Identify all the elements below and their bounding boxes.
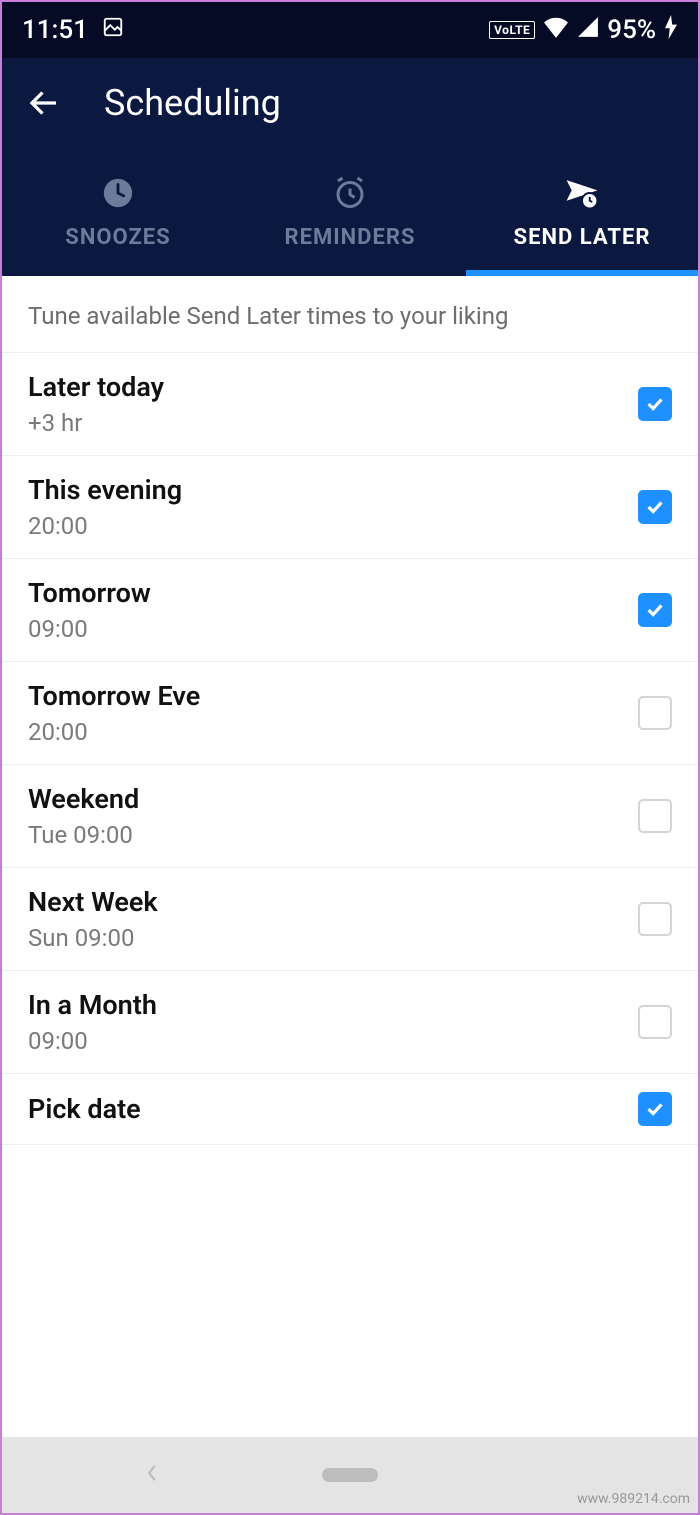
- option-later-today[interactable]: Later today +3 hr: [2, 353, 698, 456]
- option-title: Weekend: [28, 783, 139, 815]
- option-title: This evening: [28, 474, 182, 506]
- tab-snoozes[interactable]: SNOOZES: [2, 148, 234, 276]
- option-sub: 09:00: [28, 1027, 157, 1055]
- option-sub: Sun 09:00: [28, 924, 158, 952]
- option-sub: 09:00: [28, 615, 151, 643]
- option-title: Next Week: [28, 886, 158, 918]
- tab-reminders[interactable]: REMINDERS: [234, 148, 466, 276]
- send-later-icon: [564, 175, 600, 211]
- checkbox[interactable]: [638, 902, 672, 936]
- charging-icon: [664, 15, 678, 46]
- option-title: Tomorrow Eve: [28, 680, 200, 712]
- checkbox[interactable]: [638, 490, 672, 524]
- tab-label: REMINDERS: [285, 225, 416, 250]
- checkbox[interactable]: [638, 696, 672, 730]
- volte-badge: VoLTE: [489, 21, 535, 39]
- option-this-evening[interactable]: This evening 20:00: [2, 456, 698, 559]
- content: Tune available Send Later times to your …: [2, 276, 698, 1437]
- alarm-icon: [332, 175, 368, 211]
- option-sub: +3 hr: [28, 409, 164, 437]
- option-sub: 20:00: [28, 512, 182, 540]
- option-next-week[interactable]: Next Week Sun 09:00: [2, 868, 698, 971]
- screenshot-icon: [102, 15, 124, 45]
- app-bar: Scheduling: [2, 58, 698, 148]
- option-title: Tomorrow: [28, 577, 151, 609]
- clock-icon: [100, 175, 136, 211]
- option-pick-date[interactable]: Pick date: [2, 1074, 698, 1145]
- nav-home-pill[interactable]: [322, 1468, 378, 1482]
- watermark: www.989214.com: [577, 1491, 690, 1507]
- checkbox[interactable]: [638, 593, 672, 627]
- tab-label: SNOOZES: [65, 225, 170, 250]
- checkbox[interactable]: [638, 1005, 672, 1039]
- option-weekend[interactable]: Weekend Tue 09:00: [2, 765, 698, 868]
- option-tomorrow-eve[interactable]: Tomorrow Eve 20:00: [2, 662, 698, 765]
- tab-label: SEND LATER: [514, 225, 651, 250]
- option-tomorrow[interactable]: Tomorrow 09:00: [2, 559, 698, 662]
- tabs: SNOOZES REMINDERS SEND LATER: [2, 148, 698, 276]
- battery-text: 95%: [607, 15, 656, 45]
- status-bar: 11:51 VoLTE 95%: [2, 2, 698, 58]
- checkbox[interactable]: [638, 387, 672, 421]
- tab-send-later[interactable]: SEND LATER: [466, 148, 698, 276]
- status-time: 11:51: [22, 15, 88, 45]
- wifi-icon: [543, 15, 569, 45]
- option-title: Later today: [28, 371, 164, 403]
- option-sub: 20:00: [28, 718, 200, 746]
- nav-back-icon[interactable]: [143, 1464, 161, 1486]
- back-button[interactable]: [22, 81, 66, 125]
- checkbox[interactable]: [638, 1092, 672, 1126]
- page-title: Scheduling: [104, 82, 281, 124]
- option-sub: Tue 09:00: [28, 821, 139, 849]
- section-description: Tune available Send Later times to your …: [2, 276, 698, 353]
- signal-icon: [577, 15, 599, 45]
- option-title: Pick date: [28, 1093, 141, 1125]
- option-in-a-month[interactable]: In a Month 09:00: [2, 971, 698, 1074]
- option-title: In a Month: [28, 989, 157, 1021]
- checkbox[interactable]: [638, 799, 672, 833]
